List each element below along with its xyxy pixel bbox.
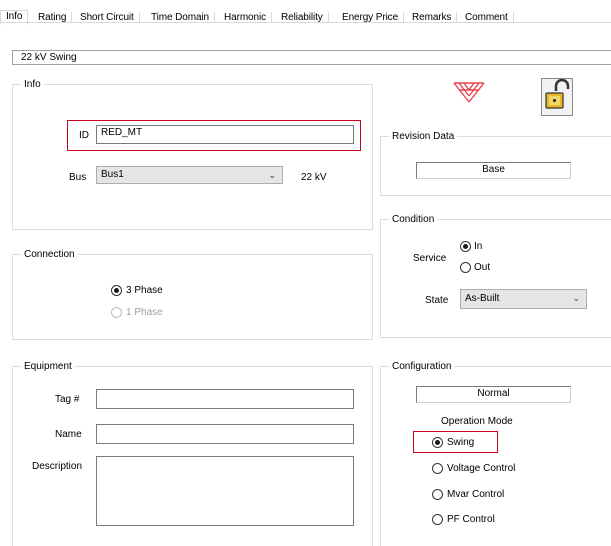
operation-mode-label: Operation Mode <box>441 416 513 427</box>
service-in-label: In <box>474 241 483 252</box>
tag-field[interactable] <box>96 389 354 409</box>
mode-pf-control-radio[interactable] <box>432 514 443 525</box>
service-in-radio[interactable] <box>460 241 471 252</box>
lock-button[interactable] <box>541 78 573 116</box>
mode-swing-label: Swing <box>447 437 475 448</box>
radio-3-phase[interactable] <box>111 285 122 296</box>
generator-symbol-icon <box>452 80 486 106</box>
info-legend: Info <box>21 78 44 91</box>
revision-value: Base <box>416 162 571 179</box>
connection-group: Connection <box>12 248 373 340</box>
service-out-radio[interactable] <box>460 262 471 273</box>
condition-group: Condition <box>380 213 611 338</box>
chevron-down-icon: ⌄ <box>268 170 276 180</box>
bus-select[interactable]: Bus1 ⌄ <box>96 166 283 184</box>
mode-mvar-control-label: Mvar Control <box>447 489 505 500</box>
radio-3-phase-label: 3 Phase <box>126 285 163 296</box>
tag-label: Tag # <box>55 394 80 405</box>
state-label: State <box>425 295 449 306</box>
revision-legend: Revision Data <box>389 130 458 143</box>
mode-voltage-control-label: Voltage Control <box>447 463 516 474</box>
id-field[interactable]: RED_MT <box>96 125 354 144</box>
connection-legend: Connection <box>21 248 78 261</box>
equipment-legend: Equipment <box>21 360 75 373</box>
mode-pf-control-label: PF Control <box>447 514 495 525</box>
state-select-value: As-Built <box>465 293 500 304</box>
radio-1-phase[interactable] <box>111 307 122 318</box>
service-out-label: Out <box>474 262 491 273</box>
bus-label: Bus <box>69 172 87 183</box>
radio-1-phase-label: 1 Phase <box>126 307 163 318</box>
tab-bar: Info Rating Short Circuit Time Domain Ha… <box>0 0 611 25</box>
name-label: Name <box>55 429 82 440</box>
service-label: Service <box>413 253 447 264</box>
configuration-value: Normal <box>416 386 571 403</box>
chevron-down-icon: ⌄ <box>572 293 580 303</box>
mode-mvar-control-radio[interactable] <box>432 489 443 500</box>
element-title: 22 kV Swing <box>12 50 611 65</box>
id-label: ID <box>79 130 89 141</box>
tab-divider <box>0 22 611 23</box>
state-select[interactable]: As-Built ⌄ <box>460 289 587 309</box>
bus-select-value: Bus1 <box>101 169 124 180</box>
mode-voltage-control-radio[interactable] <box>432 463 443 474</box>
info-group: Info <box>12 78 373 230</box>
name-field[interactable] <box>96 424 354 444</box>
unlocked-padlock-icon <box>545 78 570 109</box>
description-field[interactable] <box>96 456 354 526</box>
configuration-legend: Configuration <box>389 360 455 373</box>
mode-swing-radio[interactable] <box>432 437 443 448</box>
bus-voltage: 22 kV <box>301 172 327 183</box>
condition-legend: Condition <box>389 213 438 226</box>
description-label: Description <box>32 461 83 472</box>
